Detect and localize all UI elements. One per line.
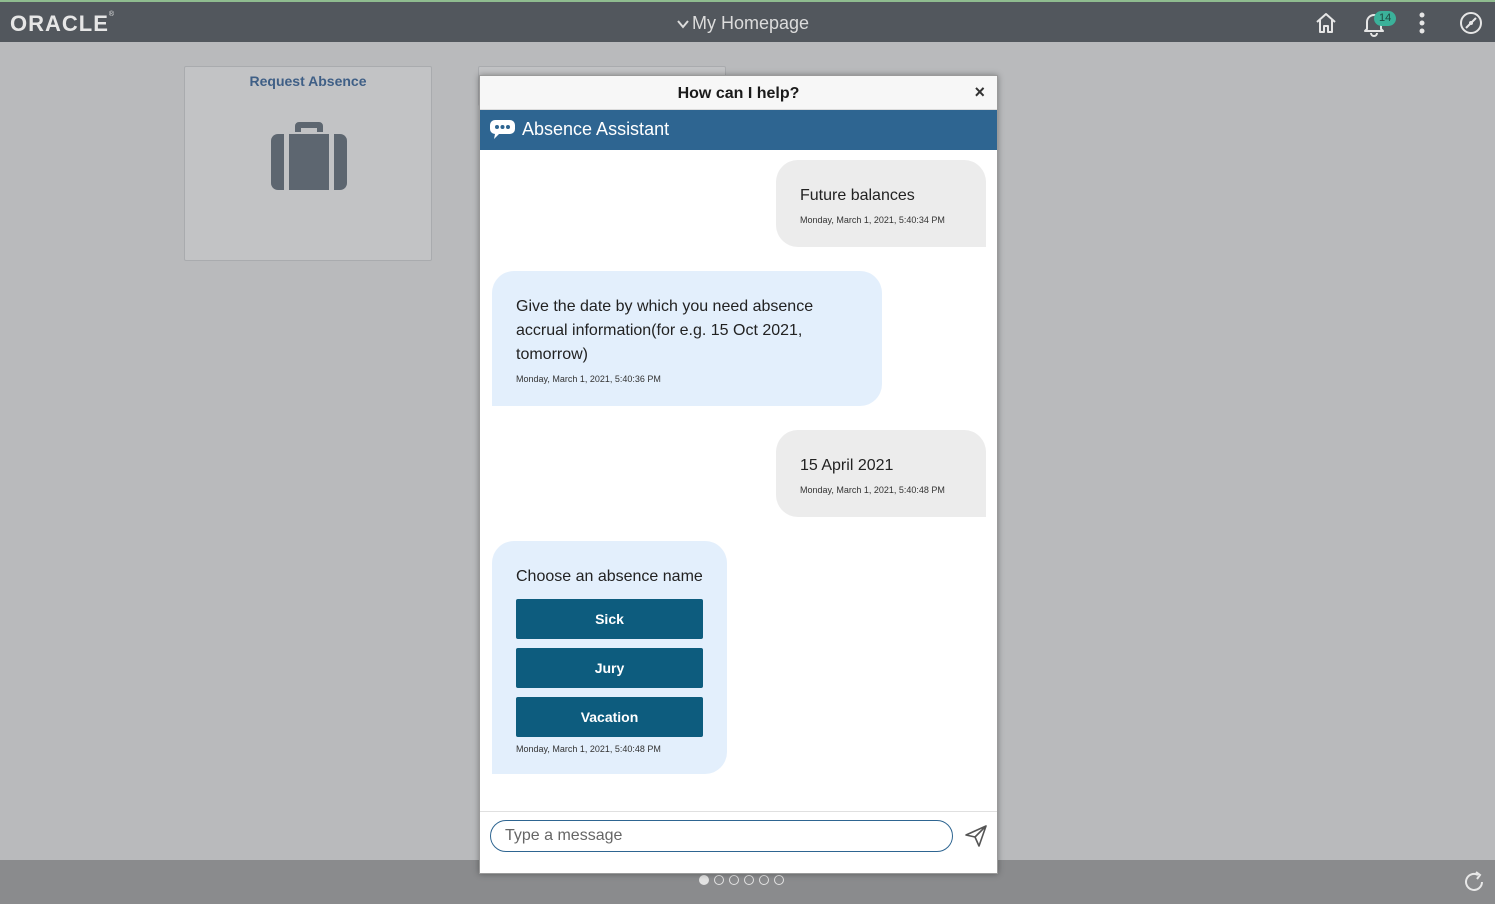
dialog-header: How can I help? ×	[480, 76, 997, 110]
home-icon	[1314, 11, 1338, 35]
navbar-button[interactable]	[1459, 11, 1483, 35]
message-timestamp: Monday, March 1, 2021, 5:40:48 PM	[516, 744, 661, 754]
chat-dialog: How can I help? × Absence Assistant Futu…	[479, 75, 998, 874]
more-vertical-icon	[1414, 11, 1430, 35]
option-vacation-button[interactable]: Vacation	[516, 697, 703, 737]
page-dot[interactable]	[729, 875, 739, 885]
refresh-icon[interactable]	[1462, 870, 1486, 899]
conversation[interactable]: Future balances Monday, March 1, 2021, 5…	[480, 150, 997, 811]
message-text: Choose an absence name	[516, 568, 703, 585]
top-banner: ORACLE® My Homepage 14	[0, 0, 1495, 42]
compass-icon	[1459, 11, 1483, 35]
actions-menu-button[interactable]	[1414, 11, 1430, 35]
close-icon: ×	[974, 82, 985, 102]
dialog-title: How can I help?	[677, 85, 800, 102]
user-message: Future balances Monday, March 1, 2021, 5…	[776, 160, 986, 247]
bot-message: Give the date by which you need absence …	[492, 271, 882, 406]
page-indicator	[699, 875, 784, 885]
logo-registered-mark: ®	[108, 11, 116, 18]
homepage-selector[interactable]: My Homepage	[676, 13, 809, 34]
close-button[interactable]: ×	[974, 82, 985, 102]
message-text: Future balances	[800, 187, 915, 204]
page-title: My Homepage	[692, 13, 810, 33]
request-absence-tile[interactable]: Request Absence	[184, 66, 432, 261]
bot-message: Choose an absence name Sick Jury Vacatio…	[492, 541, 727, 774]
user-message: 15 April 2021 Monday, March 1, 2021, 5:4…	[776, 430, 986, 517]
option-jury-button[interactable]: Jury	[516, 648, 703, 688]
send-icon	[964, 825, 988, 852]
message-composer	[480, 811, 997, 873]
page-dot[interactable]	[774, 875, 784, 885]
message-timestamp: Monday, March 1, 2021, 5:40:34 PM	[800, 215, 945, 225]
page-dot[interactable]	[699, 875, 709, 885]
message-timestamp: Monday, March 1, 2021, 5:40:36 PM	[516, 374, 661, 384]
page-dot[interactable]	[759, 875, 769, 885]
option-sick-button[interactable]: Sick	[516, 599, 703, 639]
page-dot[interactable]	[714, 875, 724, 885]
message-text: Give the date by which you need absence …	[516, 298, 814, 363]
tile-title: Request Absence	[249, 73, 367, 89]
message-input[interactable]	[490, 820, 953, 852]
logo-text: ORACLE	[10, 11, 109, 36]
chat-bubble-icon	[490, 120, 515, 144]
notification-count-badge: 14	[1374, 11, 1397, 26]
briefcase-icon	[271, 122, 347, 195]
oracle-logo[interactable]: ORACLE®	[10, 11, 115, 37]
assistant-header: Absence Assistant	[480, 110, 997, 150]
message-text: 15 April 2021	[800, 457, 894, 474]
assistant-name: Absence Assistant	[522, 119, 670, 139]
send-button[interactable]	[964, 824, 988, 853]
chevron-down-icon	[676, 17, 690, 31]
page-dot[interactable]	[744, 875, 754, 885]
home-button[interactable]	[1314, 11, 1338, 35]
message-timestamp: Monday, March 1, 2021, 5:40:48 PM	[800, 485, 945, 495]
